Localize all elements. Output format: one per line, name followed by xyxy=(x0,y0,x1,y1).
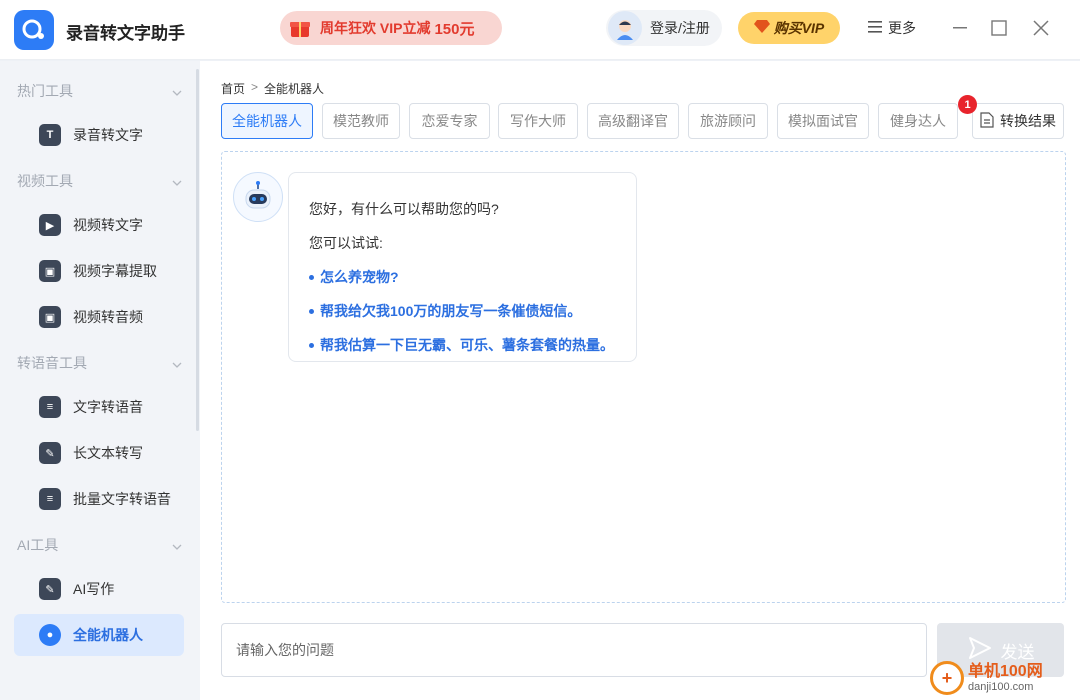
tab-travel-advisor[interactable]: 旅游顾问 xyxy=(688,103,768,139)
tab-love-expert[interactable]: 恋爱专家 xyxy=(409,103,490,139)
document-icon xyxy=(980,111,994,131)
convert-result-button[interactable]: 转换结果 xyxy=(972,103,1064,139)
batch-waveform-icon: ≡ xyxy=(39,488,61,510)
promo-amount: 150元 xyxy=(434,20,475,38)
audio-icon: ▣ xyxy=(39,306,61,328)
sidebar-item-subtitle-extract[interactable]: ▣ 视频字幕提取 xyxy=(14,250,184,292)
bullet-icon xyxy=(309,342,314,348)
chevron-down-icon xyxy=(172,537,182,553)
sidebar-item-long-text[interactable]: ✎ 长文本转写 xyxy=(14,432,184,474)
suggestion-item[interactable]: 帮我估算一下巨无霸、可乐、薯条套餐的热量。 xyxy=(309,335,636,355)
bullet-icon xyxy=(309,274,314,280)
sidebar-item-batch-tts[interactable]: ≡ 批量文字转语音 xyxy=(14,478,184,520)
document-icon: ✎ xyxy=(39,442,61,464)
promo-text: 周年狂欢 VIP立减 xyxy=(320,20,431,36)
site-watermark: + 单机100网 danji100.com xyxy=(930,656,1080,700)
promo-banner[interactable]: 周年狂欢 VIP立减 150元 xyxy=(280,11,502,45)
sidebar-section-hot[interactable]: 热门工具 xyxy=(17,81,182,101)
sidebar-item-video-to-text[interactable]: ▶ 视频转文字 xyxy=(14,204,184,246)
more-label: 更多 xyxy=(888,20,916,36)
tab-model-teacher[interactable]: 模范教师 xyxy=(322,103,400,139)
vip-label: 购买VIP xyxy=(773,20,825,36)
waveform-icon: ≡ xyxy=(39,396,61,418)
breadcrumb-home[interactable]: 首页 xyxy=(221,80,245,97)
maximize-icon[interactable] xyxy=(989,18,1009,38)
buy-vip-button[interactable]: 购买VIP xyxy=(738,12,840,44)
suggestion-item[interactable]: 怎么养宠物? xyxy=(309,267,636,287)
chevron-down-icon xyxy=(172,83,182,99)
breadcrumb-current: 全能机器人 xyxy=(264,82,325,96)
diamond-icon xyxy=(753,18,770,39)
chat-area: 您好，有什么可以帮助您的吗? 您可以试试: 怎么养宠物? 帮我给欠我100万的朋… xyxy=(221,151,1066,603)
pen-icon: ✎ xyxy=(39,578,61,600)
watermark-logo-icon: + xyxy=(930,661,964,695)
bullet-icon xyxy=(309,308,314,314)
breadcrumb-separator: > xyxy=(251,80,259,94)
greeting-text: 您好，有什么可以帮助您的吗? xyxy=(309,201,499,217)
minimize-icon[interactable] xyxy=(950,18,970,38)
more-menu[interactable]: 更多 xyxy=(868,18,916,38)
video-icon: ▶ xyxy=(39,214,61,236)
chevron-down-icon xyxy=(172,173,182,189)
try-label: 您可以试试: xyxy=(309,235,383,251)
login-label: 登录/注册 xyxy=(650,20,710,36)
title-bar: 录音转文字助手 周年狂欢 VIP立减 150元 登录/注册 购买VIP 更多 xyxy=(0,0,1080,60)
sidebar-scrollbar[interactable] xyxy=(196,69,199,431)
sidebar-section-ai[interactable]: AI工具 xyxy=(17,535,182,555)
tab-mock-interviewer[interactable]: 模拟面试官 xyxy=(777,103,869,139)
tab-fitness-expert[interactable]: 健身达人 xyxy=(878,103,958,139)
gift-icon xyxy=(280,11,320,45)
avatar-icon xyxy=(608,11,642,45)
sidebar-item-ai-writing[interactable]: ✎ AI写作 xyxy=(14,568,184,610)
question-input-box[interactable] xyxy=(221,623,927,677)
subtitle-icon: ▣ xyxy=(39,260,61,282)
welcome-message: 您好，有什么可以帮助您的吗? 您可以试试: 怎么养宠物? 帮我给欠我100万的朋… xyxy=(288,172,637,362)
convert-result-label: 转换结果 xyxy=(1000,113,1056,129)
app-title: 录音转文字助手 xyxy=(66,24,185,43)
chevron-down-icon xyxy=(172,355,182,371)
robot-icon: ● xyxy=(39,624,61,646)
sidebar: 热门工具 T 录音转文字 视频工具 ▶ 视频转文字 ▣ 视频字幕提取 ▣ 视频转… xyxy=(0,61,200,700)
notification-badge: 1 xyxy=(958,95,977,114)
app-logo-icon xyxy=(14,10,54,50)
tab-translator[interactable]: 高级翻译官 xyxy=(587,103,679,139)
watermark-name: 单机100网 xyxy=(968,663,1043,681)
sidebar-item-video-to-audio[interactable]: ▣ 视频转音频 xyxy=(14,296,184,338)
suggestion-item[interactable]: 帮我给欠我100万的朋友写一条催债短信。 xyxy=(309,301,636,321)
tab-all-round-robot[interactable]: 全能机器人 xyxy=(221,103,313,139)
watermark-url: danji100.com xyxy=(968,680,1034,693)
sidebar-section-tts[interactable]: 转语音工具 xyxy=(17,353,182,373)
menu-icon xyxy=(868,20,882,36)
login-button[interactable]: 登录/注册 xyxy=(606,10,722,46)
tab-writing-master[interactable]: 写作大师 xyxy=(498,103,578,139)
text-icon: T xyxy=(39,124,61,146)
robot-avatar-icon xyxy=(233,172,283,222)
sidebar-item-audio-to-text[interactable]: T 录音转文字 xyxy=(14,114,184,156)
sidebar-section-video[interactable]: 视频工具 xyxy=(17,171,182,191)
question-input[interactable] xyxy=(222,624,926,676)
breadcrumb: 首页 > 全能机器人 xyxy=(221,80,324,97)
close-icon[interactable] xyxy=(1031,18,1051,38)
main-panel: 首页 > 全能机器人 全能机器人 模范教师 恋爱专家 写作大师 高级翻译官 旅游… xyxy=(200,61,1080,700)
sidebar-item-text-to-speech[interactable]: ≡ 文字转语音 xyxy=(14,386,184,428)
sidebar-item-all-round-robot[interactable]: ● 全能机器人 xyxy=(14,614,184,656)
